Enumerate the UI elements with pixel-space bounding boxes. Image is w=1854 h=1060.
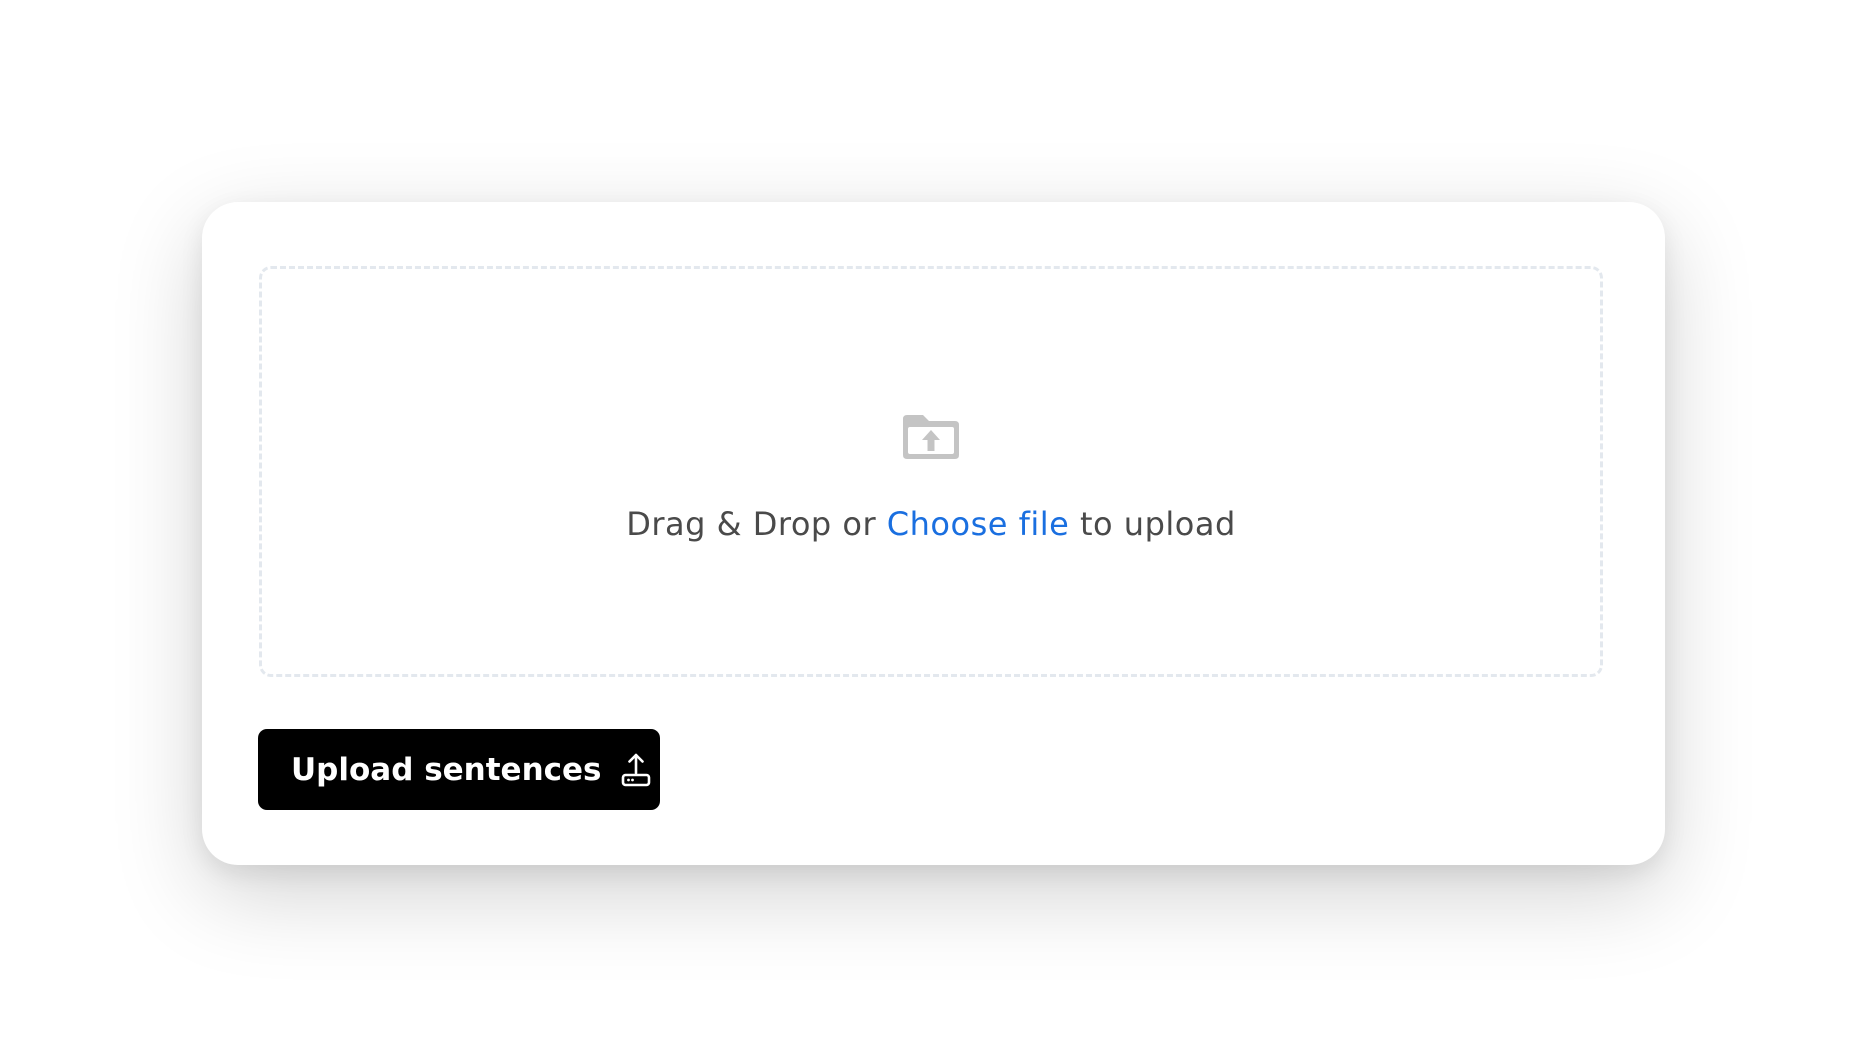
upload-card: Drag & Drop or Choose file to upload Upl… (202, 202, 1665, 865)
upload-sentences-button[interactable]: Upload sentences (258, 729, 660, 810)
upload-button-label: Upload sentences (291, 751, 602, 788)
dropzone-prefix-text: Drag & Drop or (626, 504, 887, 543)
dropzone-suffix-text: to upload (1069, 504, 1236, 543)
folder-upload-icon (903, 414, 959, 459)
choose-file-link[interactable]: Choose file (887, 505, 1070, 543)
dropzone-instructions: Drag & Drop or Choose file to upload (626, 505, 1236, 543)
upload-tray-icon (621, 753, 650, 786)
file-dropzone[interactable]: Drag & Drop or Choose file to upload (259, 266, 1603, 677)
